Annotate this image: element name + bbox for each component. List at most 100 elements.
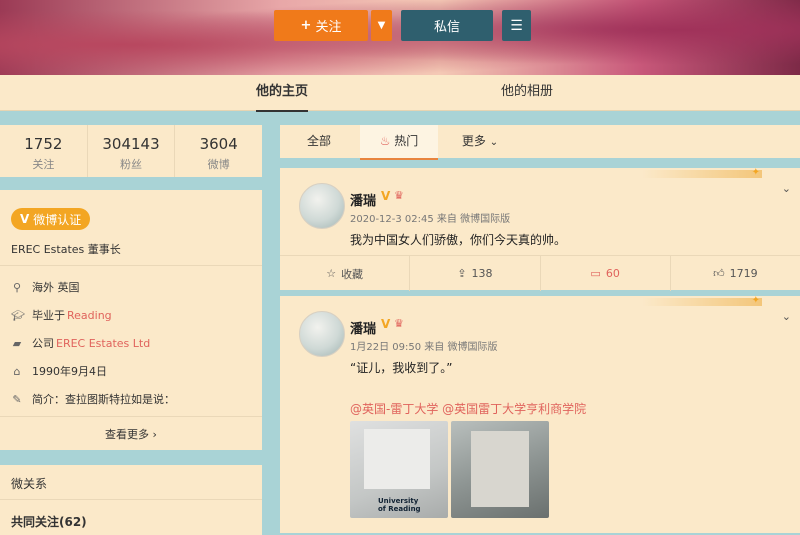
feed-filter-tabs: 全部 ♨ 热门 更多 ⌄ [280, 125, 800, 160]
view-more-link[interactable]: 查看更多 › [0, 426, 262, 442]
photo-caption: University of Reading [378, 497, 421, 513]
post-text: 我为中国女人们骄傲，你们今天真的帅。 [350, 233, 567, 247]
card-decoration [642, 298, 762, 306]
plus-icon: + [300, 18, 312, 33]
company-prefix: 公司 [32, 337, 54, 350]
document-shape [471, 431, 529, 507]
verified-v-icon: V [381, 189, 391, 203]
vip-crown-icon: ♛ [394, 317, 404, 330]
bird-icon: ✦ [751, 295, 760, 306]
verified-label: 微博认证 [33, 212, 82, 227]
info-intro: ✎ 简介：查拉图斯特拉如是说： [11, 391, 251, 407]
info-education: 🎓︎ 毕业于 Reading [11, 307, 251, 323]
verified-badge[interactable]: V 微博认证 [11, 208, 91, 230]
stat-following[interactable]: 1752 关注 [0, 125, 88, 177]
tab-home[interactable]: 他的主页 [256, 75, 309, 112]
profile-tabs: 他的主页 他的相册 [0, 75, 800, 112]
tab-hot-label: 热门 [394, 134, 419, 148]
tab-hot[interactable]: ♨ 热门 [360, 125, 438, 160]
location-pin-icon: ⚲ [12, 280, 22, 294]
common-follow-link[interactable]: 共同关注(62) [11, 513, 87, 530]
stat-value: 304143 [102, 135, 160, 153]
post-meta: 2020-12-3 02:45 来自 微博国际版 [350, 214, 511, 225]
profile-info-card: V 微博认证 EREC Estates 董事长 ⚲ 海外 英国 🎓︎ 毕业于 R… [0, 190, 262, 450]
post-photo[interactable] [451, 421, 549, 518]
stat-posts[interactable]: 3604 微博 [175, 125, 262, 177]
follow-dropdown-button[interactable]: ▼ [371, 10, 392, 41]
education-prefix: 毕业于 [32, 309, 65, 322]
card-decoration [642, 170, 762, 178]
info-birthday: ⌂ 1990年9月4日 [11, 363, 251, 379]
location-text: 海外 英国 [32, 281, 80, 294]
post-card: ✦ ⌄ 潘瑞 V ♛ 1月22日 09:50 来自 微博国际版 “证儿，我收到了… [280, 295, 800, 533]
company-link[interactable]: EREC Estates Ltd [56, 337, 150, 350]
like-count: 1719 [729, 267, 758, 280]
repost-button[interactable]: ⇪ 138 [410, 256, 541, 291]
relations-title: 微关系 [11, 477, 48, 491]
birthday-text: 1990年9月4日 [32, 365, 107, 378]
chevron-right-icon: › [152, 428, 157, 441]
thumbs-up-icon: 👍︎ [713, 267, 725, 280]
comment-button[interactable]: ▭ 60 [541, 256, 671, 291]
stat-label: 关注 [32, 158, 55, 171]
message-button[interactable]: 私信 [401, 10, 493, 41]
star-icon: ☆ [326, 267, 337, 280]
tab-more[interactable]: 更多 ⌄ [448, 125, 512, 158]
follow-label: 关注 [315, 20, 342, 35]
tab-all[interactable]: 全部 [280, 125, 358, 158]
stats-card: 1752 关注 304143 粉丝 3604 微博 [0, 125, 262, 177]
hamburger-icon: ☰ [510, 17, 523, 34]
like-button[interactable]: 👍︎ 1719 [671, 256, 800, 291]
chevron-down-icon: ⌄ [489, 137, 499, 148]
relations-card: 微关系 共同关注(62) [0, 465, 262, 535]
post-author[interactable]: 潘瑞 [350, 190, 376, 209]
post-text: “证儿，我收到了。” [350, 361, 453, 375]
comment-icon: ▭ [590, 267, 601, 280]
avatar[interactable] [299, 183, 345, 229]
caret-down-icon: ▼ [377, 20, 386, 31]
graduation-cap-icon: 🎓︎ [11, 308, 25, 322]
follow-button[interactable]: + 关注 [274, 10, 368, 41]
avatar[interactable] [299, 311, 345, 357]
cake-icon: ⌂ [13, 364, 21, 378]
post-actions: ☆ 收藏 ⇪ 138 ▭ 60 👍︎ 1719 [280, 255, 800, 291]
flame-icon: ♨ [379, 134, 391, 148]
info-location: ⚲ 海外 英国 [11, 279, 251, 295]
profile-cover-banner [0, 0, 800, 75]
post-card: ✦ ⌄ 潘瑞 V ♛ 2020-12-3 02:45 来自 微博国际版 我为中国… [280, 167, 800, 291]
message-label: 私信 [433, 20, 460, 35]
verified-v-icon: V [20, 212, 30, 226]
stat-label: 微博 [207, 158, 230, 171]
comment-count: 60 [605, 267, 620, 280]
document-shape [364, 429, 430, 489]
chevron-down-icon[interactable]: ⌄ [782, 310, 791, 323]
post-mentions[interactable]: @英国-雷丁大学 @英国雷丁大学亨利商学院 [350, 400, 586, 417]
tab-album[interactable]: 他的相册 [501, 75, 553, 110]
education-link[interactable]: Reading [67, 309, 112, 322]
favorite-button[interactable]: ☆ 收藏 [280, 256, 411, 291]
verified-v-icon: V [381, 317, 391, 331]
verification-text: EREC Estates 董事长 [11, 243, 121, 256]
post-photo[interactable]: University of Reading [350, 421, 448, 518]
stat-followers[interactable]: 304143 粉丝 [88, 125, 176, 177]
favorite-label: 收藏 [341, 267, 364, 281]
view-more-label: 查看更多 [105, 428, 150, 441]
stat-value: 1752 [24, 135, 63, 153]
more-menu-button[interactable]: ☰ [502, 10, 531, 41]
intro-text: 简介：查拉图斯特拉如是说： [32, 393, 175, 406]
stat-value: 3604 [199, 135, 238, 153]
repost-count: 138 [471, 267, 493, 280]
briefcase-icon: ▰ [12, 336, 22, 350]
stat-label: 粉丝 [120, 158, 142, 171]
info-company: ▰ 公司 EREC Estates Ltd [11, 335, 251, 351]
repost-icon: ⇪ [457, 267, 467, 280]
tab-more-label: 更多 [461, 134, 486, 148]
divider [0, 416, 262, 417]
divider [0, 499, 262, 500]
bird-icon: ✦ [751, 167, 760, 178]
chevron-down-icon[interactable]: ⌄ [782, 182, 791, 195]
post-author[interactable]: 潘瑞 [350, 318, 376, 337]
edit-icon: ✎ [12, 392, 22, 406]
post-meta: 1月22日 09:50 来自 微博国际版 [350, 342, 498, 353]
vip-crown-icon: ♛ [394, 189, 404, 202]
